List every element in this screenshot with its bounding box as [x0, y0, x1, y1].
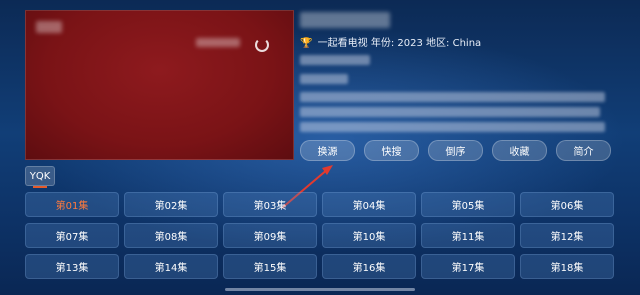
- year-value: 2023: [397, 38, 423, 49]
- switch-source-button[interactable]: 换源: [300, 140, 355, 161]
- region-label: 地区:: [426, 38, 450, 49]
- episode-button[interactable]: 第15集: [223, 254, 317, 279]
- loading-spinner-icon: [255, 38, 269, 52]
- cast-line: [300, 55, 370, 65]
- episode-button[interactable]: 第17集: [421, 254, 515, 279]
- favorite-button[interactable]: 收藏: [492, 140, 547, 161]
- meta-prefix: 一起看电视: [317, 38, 368, 49]
- cast-line: [300, 74, 348, 84]
- region-value: China: [452, 38, 482, 49]
- player-overlay-text: [36, 21, 62, 33]
- player-status-text: [196, 38, 240, 47]
- action-bar: 换源 快搜 倒序 收藏 简介: [300, 140, 611, 161]
- episode-button[interactable]: 第12集: [520, 223, 614, 248]
- description-line: [300, 92, 605, 102]
- description-line: [300, 122, 605, 132]
- episode-button[interactable]: 第16集: [322, 254, 416, 279]
- episode-grid: 第01集 第02集 第03集 第04集 第05集 第06集 第07集 第08集 …: [25, 192, 615, 279]
- episode-button[interactable]: 第05集: [421, 192, 515, 217]
- episode-button[interactable]: 第08集: [124, 223, 218, 248]
- source-tab[interactable]: YQK: [25, 166, 55, 186]
- episode-button[interactable]: 第18集: [520, 254, 614, 279]
- episode-button[interactable]: 第09集: [223, 223, 317, 248]
- episode-button[interactable]: 第07集: [25, 223, 119, 248]
- description-line: [300, 107, 600, 117]
- year-label: 年份:: [370, 38, 395, 49]
- episode-button[interactable]: 第04集: [322, 192, 416, 217]
- home-indicator[interactable]: [225, 288, 415, 291]
- episode-button[interactable]: 第13集: [25, 254, 119, 279]
- episode-button[interactable]: 第14集: [124, 254, 218, 279]
- episode-button[interactable]: 第11集: [421, 223, 515, 248]
- episode-button[interactable]: 第06集: [520, 192, 614, 217]
- episode-button[interactable]: 第03集: [223, 192, 317, 217]
- video-player[interactable]: [25, 10, 294, 160]
- source-tab-indicator: [33, 186, 47, 188]
- video-meta: 🏆 一起看电视 年份: 2023 地区: China: [300, 34, 481, 49]
- episode-button[interactable]: 第01集: [25, 192, 119, 217]
- episode-button[interactable]: 第02集: [124, 192, 218, 217]
- reverse-order-button[interactable]: 倒序: [428, 140, 483, 161]
- video-title: [300, 12, 390, 28]
- quick-search-button[interactable]: 快搜: [364, 140, 419, 161]
- episode-button[interactable]: 第10集: [322, 223, 416, 248]
- intro-button[interactable]: 简介: [556, 140, 611, 161]
- trophy-icon: 🏆: [300, 38, 313, 49]
